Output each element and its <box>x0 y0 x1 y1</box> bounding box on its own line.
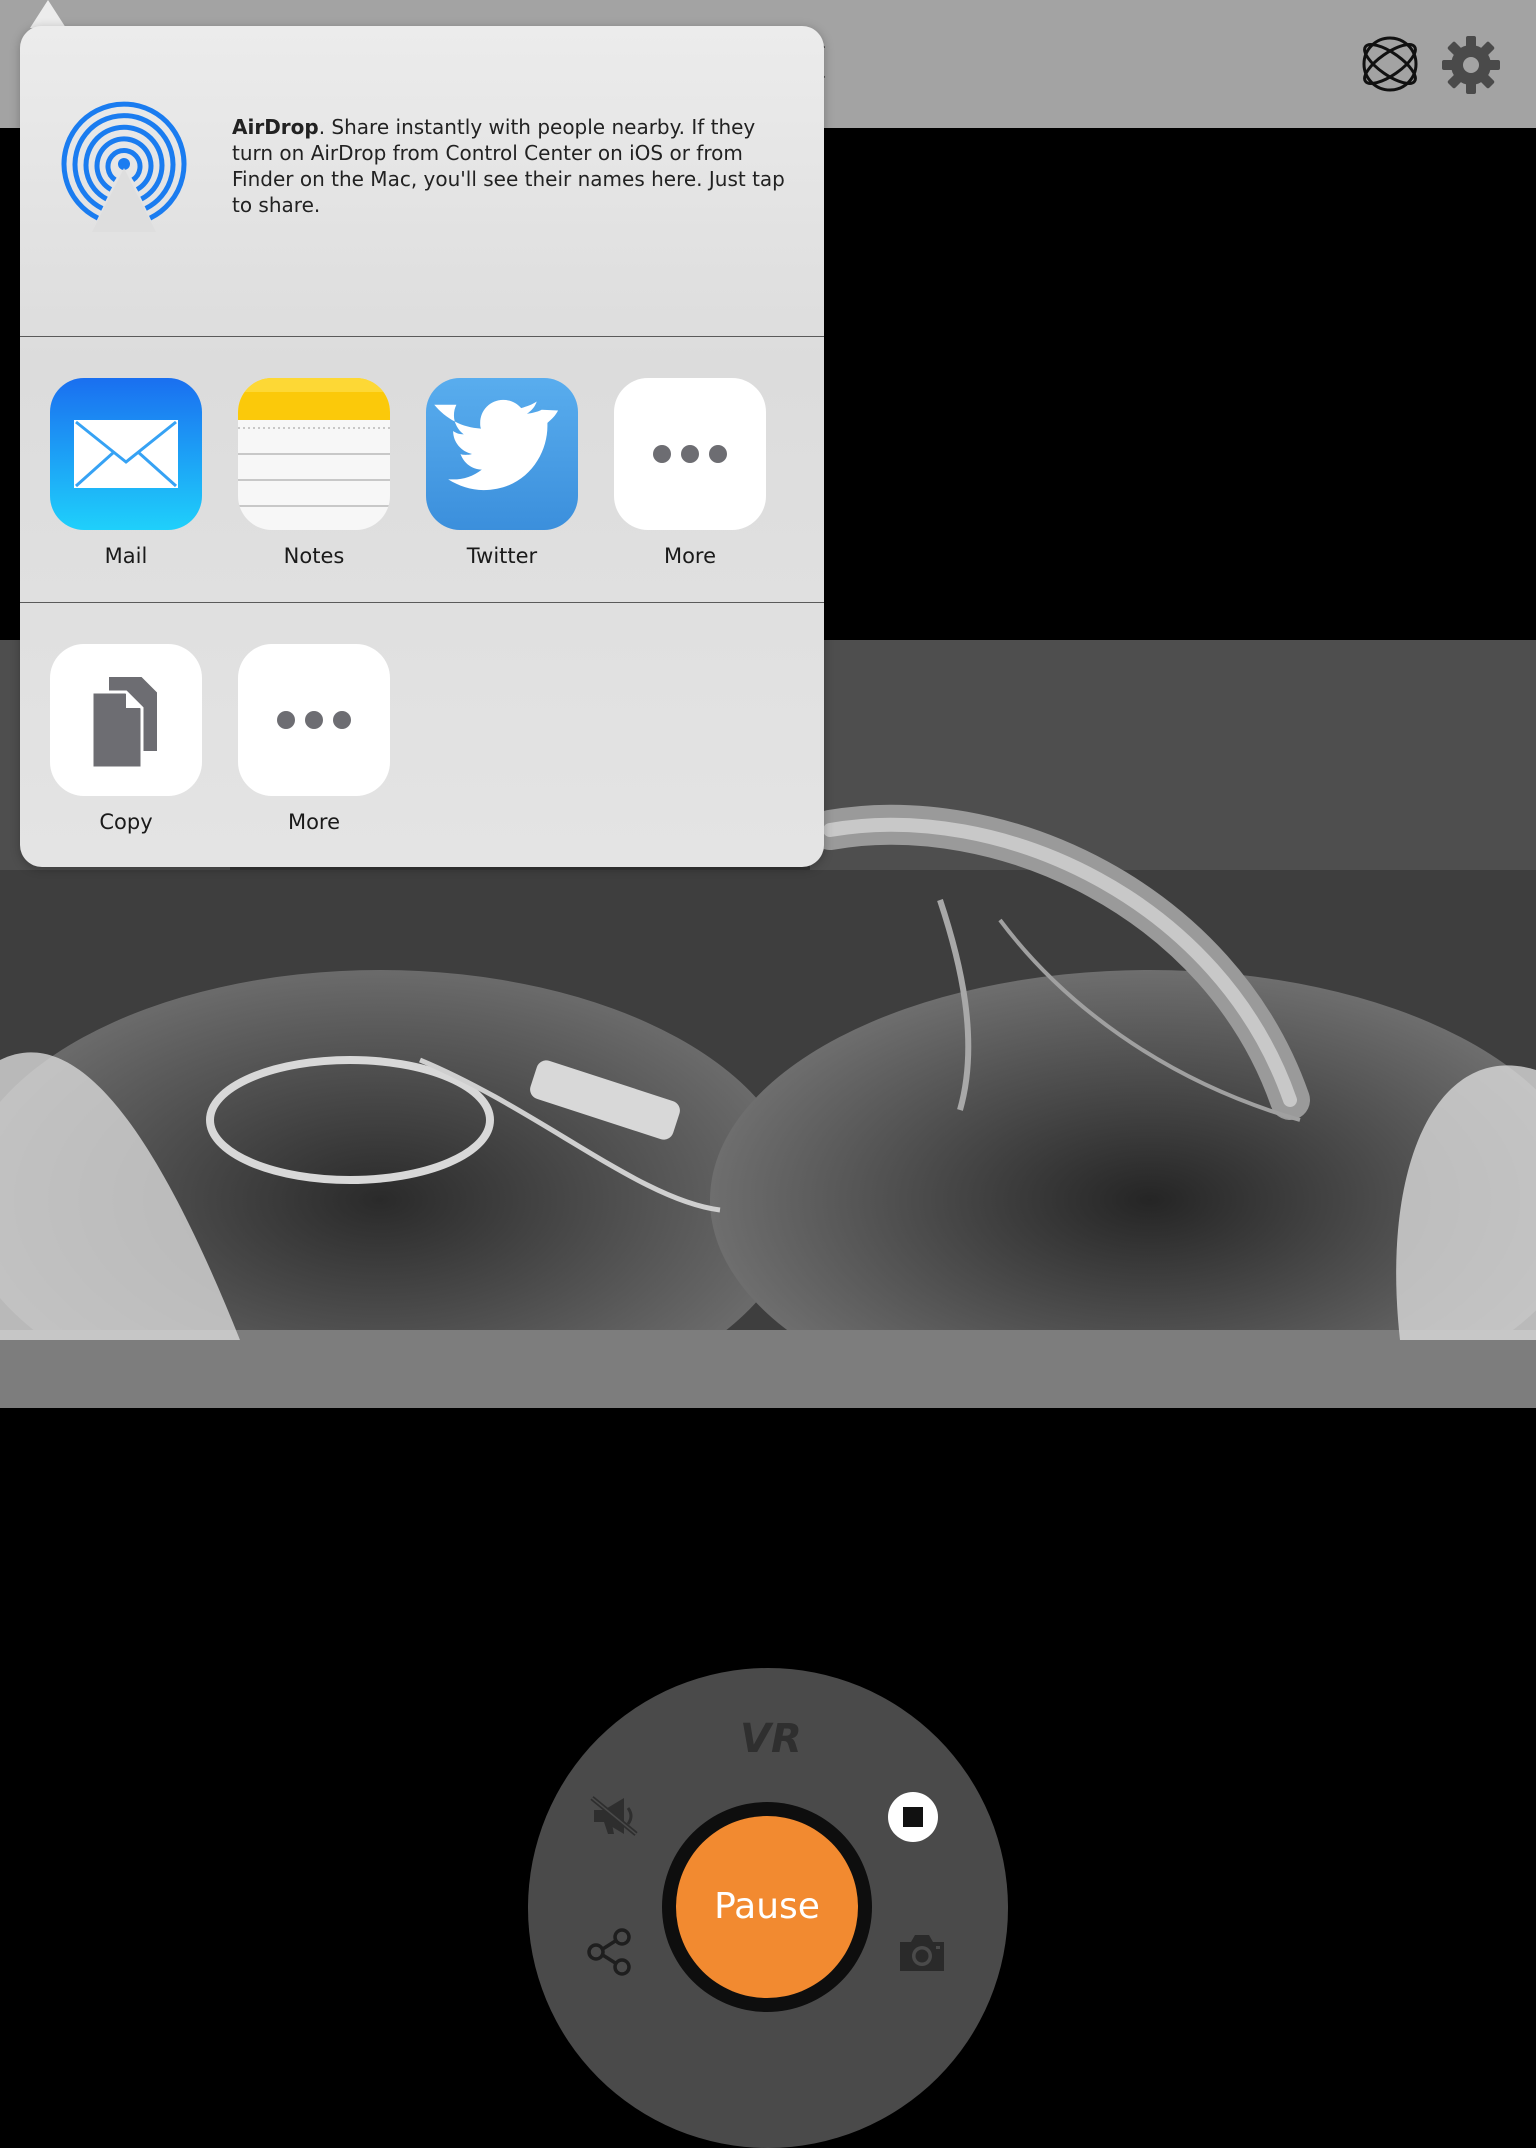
twitter-icon[interactable] <box>426 378 578 530</box>
stop-icon[interactable] <box>888 1792 938 1842</box>
section-divider <box>20 602 824 603</box>
atom-orbit-icon[interactable] <box>1358 32 1422 96</box>
share-item-label: Copy <box>99 810 153 834</box>
share-notes[interactable]: Notes <box>238 378 390 568</box>
airdrop-section: AirDrop. Share instantly with people nea… <box>20 26 824 336</box>
share-mail[interactable]: Mail <box>50 378 202 568</box>
section-divider <box>20 336 824 337</box>
share-more-apps[interactable]: More <box>614 378 766 568</box>
copy-icon[interactable] <box>50 644 202 796</box>
airdrop-icon <box>61 101 187 232</box>
popover-arrow <box>30 0 66 28</box>
share-icon[interactable] <box>586 1928 632 1976</box>
mail-icon[interactable] <box>50 378 202 530</box>
share-sheet: AirDrop. Share instantly with people nea… <box>20 26 824 867</box>
airdrop-title: AirDrop <box>232 115 319 139</box>
pause-button[interactable]: Pause <box>676 1816 858 1998</box>
share-twitter[interactable]: Twitter <box>426 378 578 568</box>
gear-icon[interactable] <box>1440 34 1502 96</box>
share-item-label: Mail <box>104 544 148 568</box>
megaphone-muted-icon[interactable] <box>588 1794 640 1838</box>
share-item-label: More <box>663 544 717 568</box>
camera-icon[interactable] <box>896 1932 948 1974</box>
share-item-label: More <box>287 810 341 834</box>
more-dots-icon[interactable] <box>238 644 390 796</box>
share-item-label: Notes <box>283 544 345 568</box>
share-item-label: Twitter <box>466 544 538 568</box>
notes-icon[interactable] <box>238 378 390 530</box>
action-more[interactable]: More <box>238 644 390 834</box>
more-dots-icon[interactable] <box>614 378 766 530</box>
airdrop-description: AirDrop. Share instantly with people nea… <box>232 114 802 218</box>
vr-mode-toggle[interactable]: VR <box>740 1716 802 1762</box>
action-copy[interactable]: Copy <box>50 644 202 834</box>
